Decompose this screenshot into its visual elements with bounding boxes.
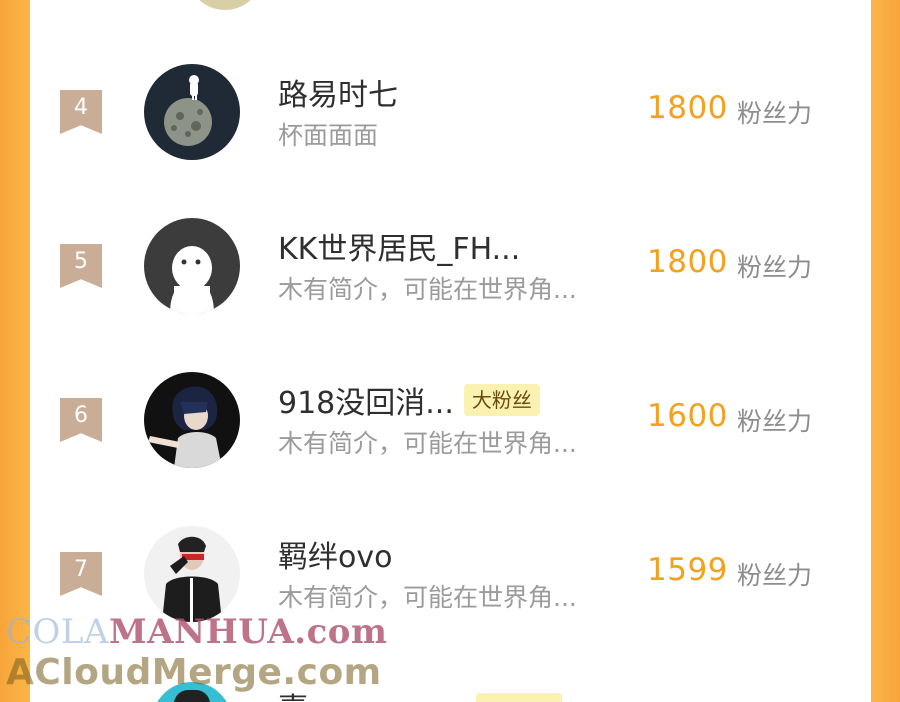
user-bio: 木有简介，可能在世界角... (278, 275, 577, 304)
user-bio: 木有简介，可能在世界角... (278, 583, 577, 612)
ranking-row[interactable]: 7 羁绊ovo 木有简介，可能在世界角... 1599 粉丝力 (30, 526, 871, 702)
big-fan-badge: 大粉丝 (463, 384, 540, 416)
fan-power-score: 1600 (647, 398, 728, 434)
fan-power-score: 1599 (647, 552, 728, 588)
user-name[interactable]: KK世界居民_FH... (278, 224, 520, 268)
user-name-partial[interactable]: 嘉… (278, 690, 438, 702)
avatar[interactable] (144, 372, 240, 468)
user-bio: 木有简介，可能在世界角... (278, 429, 577, 458)
default-ghost-icon (144, 218, 240, 314)
avatar[interactable] (144, 64, 240, 160)
user-name[interactable]: 路易时七 (278, 70, 398, 114)
astronaut-on-moon-icon (144, 64, 240, 160)
rank-badge: 7 (60, 552, 102, 596)
previous-row-partial (30, 0, 871, 20)
avatar[interactable] (187, 0, 263, 10)
fan-power-unit: 粉丝力 (737, 407, 813, 436)
person-in-black-icon (144, 526, 240, 622)
avatar[interactable] (144, 526, 240, 622)
fan-ranking-card: 4 路易时七 杯面面面 1800 粉丝力 5 KK世界居民_FH... 木有简介… (30, 0, 871, 702)
fan-power-unit: 粉丝力 (737, 99, 813, 128)
user-name[interactable]: 羁绊ovo (278, 532, 392, 576)
big-fan-badge-partial (476, 693, 562, 702)
fan-power-unit: 粉丝力 (737, 253, 813, 282)
user-bio: 杯面面面 (278, 121, 379, 150)
anime-character-icon (144, 372, 240, 468)
user-name[interactable]: 918没回消... (278, 378, 454, 422)
rank-badge: 5 (60, 244, 102, 288)
rank-badge: 6 (60, 398, 102, 442)
fan-power-unit: 粉丝力 (737, 561, 813, 590)
avatar[interactable] (144, 218, 240, 314)
rank-badge: 4 (60, 90, 102, 134)
fan-power-score: 1800 (647, 244, 728, 280)
fan-power-score: 1800 (647, 90, 728, 126)
